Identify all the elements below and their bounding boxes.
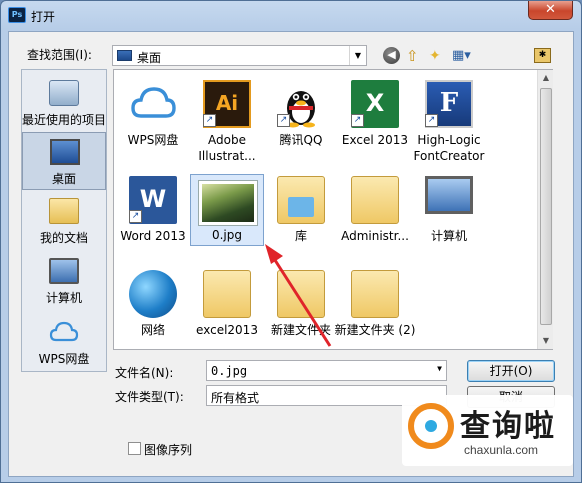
shortcut-arrow-icon: ↗ — [425, 114, 438, 127]
image-thumbnail-icon — [198, 180, 258, 226]
file-type-label: 文件类型(T): — [115, 390, 184, 404]
image-sequence-label: 图像序列 — [144, 443, 193, 457]
place-label: 桌面 — [51, 172, 76, 186]
list-item-wps-cloud[interactable]: WPS网盘 — [116, 76, 190, 172]
list-item-label: High-Logic FontCreator — [413, 133, 485, 163]
desktop-icon — [50, 139, 80, 165]
window-title: 打开 — [31, 10, 56, 24]
shortcut-arrow-icon: ↗ — [277, 114, 290, 127]
desktop-icon — [117, 50, 132, 61]
list-item-administrator[interactable]: Administr... — [338, 172, 412, 248]
place-wps-cloud[interactable]: WPS网盘 — [22, 313, 106, 371]
watermark: 查询啦 chaxunla.com — [402, 395, 573, 466]
recent-places-icon — [49, 80, 79, 106]
open-button[interactable]: 打开(O) — [467, 360, 555, 382]
list-item-folder[interactable]: excel2013 — [190, 266, 264, 342]
place-recent[interactable]: 最近使用的项目 — [22, 74, 106, 132]
list-item-label: Administr... — [341, 229, 409, 243]
list-item-label: 腾讯QQ — [279, 133, 323, 147]
shortcut-arrow-icon: ↗ — [351, 114, 364, 127]
list-item-folder[interactable]: 新建文件夹 (2) — [335, 266, 415, 348]
photoshop-app-icon: Ps — [8, 7, 26, 23]
list-item-illustrator[interactable]: Ai ↗ Adobe Illustrat... — [190, 76, 264, 172]
documents-folder-icon — [49, 198, 79, 224]
place-documents[interactable]: 我的文档 — [22, 192, 106, 250]
list-item-label: 计算机 — [430, 229, 467, 243]
shortcut-arrow-icon: ↗ — [203, 114, 216, 127]
place-label: 我的文档 — [39, 231, 88, 245]
place-label: WPS网盘 — [38, 352, 90, 366]
watermark-title: 查询啦 — [460, 409, 556, 444]
list-item-image-selected[interactable]: 0.jpg — [190, 174, 264, 246]
view-menu-button[interactable]: ▦▾ — [452, 47, 478, 65]
file-list: WPS网盘 Ai ↗ Adobe Illustrat... ↗ 腾讯QQ X ↗… — [113, 69, 553, 350]
list-item-network[interactable]: 网络 — [116, 266, 190, 342]
places-bar: 最近使用的项目 桌面 我的文档 计算机 WPS网盘 — [21, 69, 107, 372]
scroll-thumb[interactable] — [540, 88, 552, 325]
watermark-url: chaxunla.com — [464, 443, 539, 457]
title-bar: Ps 打开 ✕ — [1, 1, 581, 31]
folder-icon — [351, 270, 399, 318]
list-item-word[interactable]: W ↗ Word 2013 — [116, 172, 190, 248]
list-item-folder[interactable]: 新建文件夹 — [264, 266, 338, 342]
file-type-value: 所有格式 — [211, 391, 260, 405]
list-item-label: WPS网盘 — [127, 133, 179, 147]
look-in-label: 查找范围(I): — [27, 48, 92, 62]
file-name-value: 0.jpg — [211, 364, 248, 378]
list-item-label: 新建文件夹 (2) — [334, 323, 416, 337]
shortcut-arrow-icon: ↗ — [129, 210, 142, 223]
place-desktop[interactable]: 桌面 — [22, 132, 106, 190]
user-folder-icon — [351, 176, 399, 224]
look-in-value: 桌面 — [137, 51, 162, 65]
file-name-label: 文件名(N): — [115, 366, 174, 380]
place-label: 计算机 — [45, 291, 82, 305]
search-magnifier-logo-icon — [408, 403, 454, 449]
cloud-icon — [131, 87, 176, 118]
open-file-dialog: Ps 打开 ✕ 查找范围(I): 桌面 ▼ ◀ ⇧ ✦ ▦▾ ✱ 最近使用的项目… — [0, 0, 582, 483]
list-item-label: Excel 2013 — [341, 133, 409, 147]
folder-icon — [203, 270, 251, 318]
library-folder-icon — [277, 176, 325, 224]
computer-icon — [425, 176, 473, 214]
list-item-label: 网络 — [140, 323, 165, 337]
scroll-down-icon[interactable]: ▼ — [538, 333, 554, 349]
up-folder-button[interactable]: ⇧ — [406, 47, 424, 65]
list-item-label: 0.jpg — [211, 228, 243, 242]
computer-icon — [49, 258, 79, 284]
list-item-excel[interactable]: X ↗ Excel 2013 — [338, 76, 412, 172]
image-sequence-checkbox[interactable] — [128, 442, 141, 455]
list-item-label: excel2013 — [196, 323, 258, 337]
file-name-field[interactable]: 0.jpg ▼ — [206, 360, 447, 381]
folder-icon — [277, 270, 325, 318]
network-globe-icon — [129, 270, 177, 318]
list-item-label: Adobe Illustrat... — [198, 133, 256, 163]
list-item-label: 库 — [294, 229, 307, 243]
list-item-qq[interactable]: ↗ 腾讯QQ — [264, 76, 338, 172]
scroll-up-icon[interactable]: ▲ — [538, 70, 554, 86]
cloud-icon — [49, 321, 79, 342]
list-item-computer[interactable]: 计算机 — [412, 172, 486, 248]
list-item-libraries[interactable]: 库 — [264, 172, 338, 248]
place-computer[interactable]: 计算机 — [22, 252, 106, 310]
favorites-folder-button[interactable]: ✱ — [534, 48, 551, 63]
close-button[interactable]: ✕ — [528, 1, 573, 20]
list-item-label: Word 2013 — [120, 229, 186, 243]
list-item-fontcreator[interactable]: F ↗ High-Logic FontCreator — [412, 76, 486, 172]
list-item-label: 新建文件夹 — [270, 323, 331, 337]
look-in-combo[interactable]: 桌面 ▼ — [112, 45, 367, 66]
vertical-scrollbar[interactable]: ▲ ▼ — [537, 70, 553, 349]
chevron-down-icon[interactable]: ▼ — [349, 46, 366, 65]
new-folder-button[interactable]: ✦ — [429, 47, 447, 65]
chevron-down-icon[interactable]: ▼ — [437, 364, 442, 373]
back-button[interactable]: ◀ — [383, 47, 400, 64]
place-label: 最近使用的项目 — [22, 113, 107, 127]
